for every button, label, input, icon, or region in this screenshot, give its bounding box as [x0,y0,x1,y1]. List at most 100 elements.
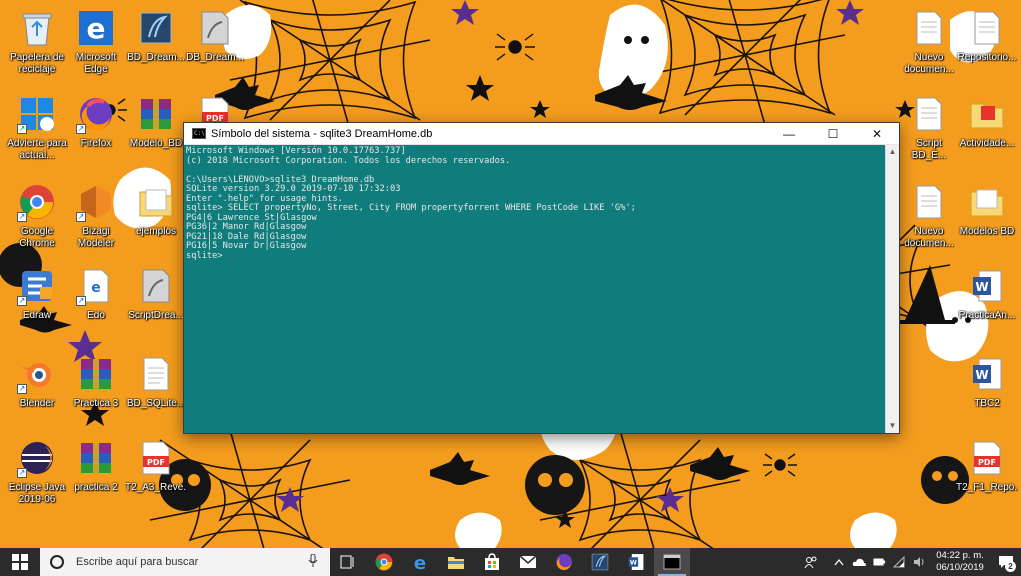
desktop-icon-label: Modelos BD [959,226,1015,237]
shortcut-arrow-icon: ↗ [76,212,86,222]
scroll-down-icon[interactable]: ▼ [886,419,899,433]
show-hidden-icons-chevron-up-icon[interactable] [829,548,849,576]
console-prompt-line[interactable]: sqlite> _ [186,251,883,262]
taskbar-firefox[interactable] [546,548,582,576]
desktop-icon-label: BD_SQLite... [126,398,186,409]
desktop-icon-firefox[interactable]: ↗ Firefox [66,88,126,174]
desktop-icon-bdd-dream[interactable]: BD_Dream... [126,2,186,88]
desktop-icon-edraw[interactable]: ↗ Edraw [7,260,67,346]
edge-icon: e [76,8,116,48]
desktop-icon-ejemplos[interactable]: ejemplos [126,176,186,262]
desktop-icon-blender[interactable]: ↗ Blender [7,348,67,434]
window-controls: — ☐ ✕ [767,123,899,145]
svg-text:W: W [975,368,988,382]
shortcut-arrow-icon: ↗ [17,124,27,134]
taskbar-chrome[interactable] [366,548,402,576]
onedrive-cloud-icon[interactable] [849,548,869,576]
desktop-icon-practica2[interactable]: practica 2 [66,432,126,518]
desktop-icon-label: Advierte para actual... [7,138,67,161]
desktop-icon-actividades[interactable]: Actividade... [957,88,1017,174]
desktop-icon-label: Edraw [22,310,52,321]
svg-text:e: e [87,12,106,45]
db-file-icon [195,8,235,48]
desktop-icon-advierte[interactable]: ↗ Advierte para actual... [7,88,67,174]
console-line: (c) 2018 Microsoft Corporation. Todos lo… [186,155,511,166]
sqlite-db-icon [591,553,609,571]
battery-icon[interactable] [869,548,889,576]
firefox-icon [556,554,572,571]
desktop-icon-script-bd[interactable]: Script BD_E... [899,88,959,174]
sql-file-icon [136,266,176,306]
desktop-icon-label: DB_Dream... [186,52,244,63]
taskbar-word[interactable]: W [618,548,654,576]
desktop-icon-bizagi[interactable]: ↗ Bizagi Modeler [66,176,126,262]
vertical-scrollbar[interactable]: ▲ ▼ [885,145,899,433]
document-icon [967,8,1007,48]
desktop-icon-label: practica 2 [74,482,118,493]
desktop-icon-label: Blender [19,398,55,409]
microphone-icon[interactable] [306,553,320,571]
volume-icon[interactable] [909,548,929,576]
task-view-button[interactable] [330,548,366,576]
desktop-icon-label: Nuevo documen... [904,52,954,75]
taskbar-file-explorer[interactable] [438,548,474,576]
document-icon [909,8,949,48]
taskbar-clock[interactable]: 04:22 p. m. 06/10/2019 [929,550,991,574]
desktop-icon-repositorio[interactable]: Repositorio... [957,2,1017,88]
taskbar-store[interactable] [474,548,510,576]
close-button[interactable]: ✕ [855,123,899,145]
desktop-icon-nuevo-doc-2[interactable]: Nuevo documen... [899,176,959,262]
desktop-icon-label: ejemplos [135,226,177,237]
taskbar-sqlite-browser[interactable] [582,548,618,576]
task-view-icon [340,555,354,569]
desktop-icon-label: Firefox [80,138,112,149]
maximize-button[interactable]: ☐ [811,123,855,145]
winrar-archive-icon [76,438,116,478]
console-output[interactable]: Microsoft Windows [Versión 10.0.17763.73… [184,145,885,433]
window-title: Símbolo del sistema - sqlite3 DreamHome.… [211,127,433,140]
desktop-icon-bd-sqlite[interactable]: BD_SQLite... [126,348,186,434]
taskbar-search-box[interactable]: Escribe aquí para buscar [40,548,330,576]
command-prompt-window[interactable]: C:\ Símbolo del sistema - sqlite3 DreamH… [183,122,900,434]
firefox-icon: ↗ [76,94,116,134]
desktop-icon-nuevo-doc-1[interactable]: Nuevo documen... [899,2,959,88]
action-center-button[interactable]: 2 [991,548,1021,576]
desktop-icon-chrome[interactable]: ↗ Google Chrome [7,176,67,262]
taskbar-edge[interactable]: e [402,548,438,576]
desktop-icon-practica3[interactable]: Practica 3 [66,348,126,434]
desktop-icon-label: Nuevo documen... [904,226,954,249]
window-titlebar[interactable]: C:\ Símbolo del sistema - sqlite3 DreamH… [184,123,899,145]
taskbar-mail[interactable] [510,548,546,576]
desktop-icon-practica-ar[interactable]: W PracticaAn... [957,260,1017,346]
desktop-icon-label: Edo [87,310,105,321]
desktop-icon-label: TBC2 [974,398,1000,409]
desktop-icon-tbc2[interactable]: W TBC2 [957,348,1017,434]
desktop-icon-edo[interactable]: e ↗ Edo [66,260,126,346]
wifi-icon[interactable] [889,548,909,576]
desktop-icon-db-dream[interactable]: DB_Dream... [185,2,245,88]
desktop-icon-scriptdrea[interactable]: ScriptDrea... [126,260,186,346]
minimize-button[interactable]: — [767,123,811,145]
shortcut-arrow-icon: ↗ [17,384,27,394]
query-result-row: PG16|5 Novar Dr|Glasgow [186,241,307,251]
taskbar-command-prompt[interactable] [654,548,690,576]
desktop-icon-label: Script BD_E... [911,138,947,161]
word-icon: W [628,554,644,570]
desktop-icon-edge[interactable]: e Microsoft Edge [66,2,126,88]
store-icon [485,553,499,570]
desktop-icon-eclipse[interactable]: ↗ Eclipse Java 2019-06 [7,432,67,518]
desktop-icon-t2-a3[interactable]: PDF T2_A3_Reve... [125,432,187,518]
edge-icon: e [414,553,426,571]
people-icon[interactable] [801,548,821,576]
search-placeholder: Escribe aquí para buscar [76,556,199,568]
desktop-icon-label: Papelera de reciclaje [10,52,64,75]
start-button[interactable] [0,548,40,576]
desktop-icon-label: Repositorio... [957,52,1017,63]
windows-logo-icon [12,554,28,570]
desktop-icon-modelos-bd[interactable]: Modelos BD [957,176,1017,262]
scroll-up-icon[interactable]: ▲ [886,145,899,159]
desktop-icon-modelo-bd[interactable]: Modelo_BD [126,88,186,174]
desktop-icon-t2-f1[interactable]: PDF T2_F1_Repo... [956,432,1018,518]
desktop-icon-recycle-bin[interactable]: Papelera de reciclaje [7,2,67,88]
shortcut-arrow-icon: ↗ [17,468,27,478]
